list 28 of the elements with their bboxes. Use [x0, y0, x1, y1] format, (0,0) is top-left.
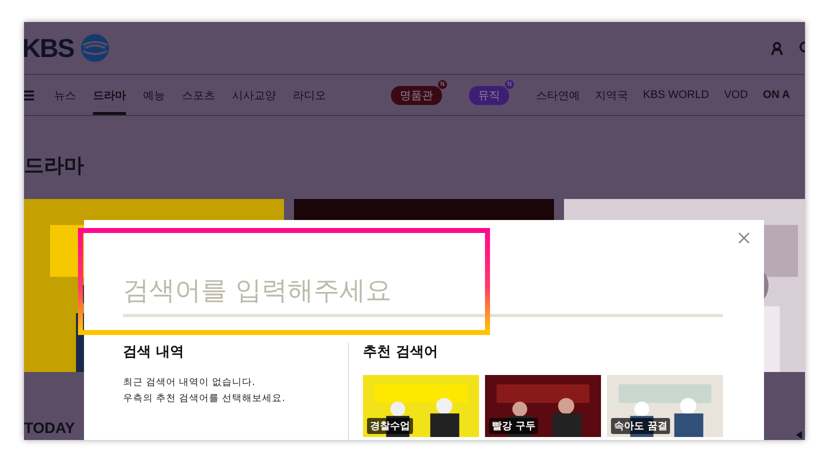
thumbnail-caption[interactable]: 빨강 구두: [489, 418, 538, 434]
nav-tab[interactable]: 스포츠: [182, 75, 215, 115]
nav-tab[interactable]: 라디오: [293, 75, 326, 115]
nav-link[interactable]: 뮤직: [469, 86, 510, 104]
nav-tab[interactable]: 예능: [143, 75, 165, 115]
nav-link[interactable]: 지역국: [595, 88, 628, 102]
nav-tab[interactable]: 드라마: [93, 75, 126, 115]
logo-icon: [80, 33, 110, 63]
nav-link[interactable]: VOD: [724, 89, 748, 101]
arrow-icon[interactable]: [796, 431, 802, 439]
thumbnail-caption[interactable]: 속아도 꿈결: [611, 418, 670, 434]
nav-link[interactable]: 스타연예: [536, 88, 580, 102]
menu-icon[interactable]: [24, 90, 34, 100]
user-icon[interactable]: [771, 42, 783, 54]
thumbnail-caption[interactable]: 경찰수업: [367, 418, 413, 434]
nav-tab[interactable]: 시사교양: [232, 75, 276, 115]
nav-link[interactable]: ON A: [762, 89, 790, 101]
nav-tab[interactable]: 뉴스: [54, 75, 76, 115]
empty-message: 우측의 추천 검색어를 선택해보세요.: [123, 392, 286, 406]
nav-link[interactable]: KBS WORLD: [643, 89, 710, 101]
recommended-title: 추천 검색어: [363, 343, 439, 361]
today-heading: TODAY: [24, 420, 75, 437]
logo[interactable]: KBS: [24, 32, 74, 64]
history-title: 검색 내역: [123, 343, 185, 361]
section-title: 드라마: [24, 152, 85, 179]
nav-link[interactable]: 명품관: [391, 86, 442, 104]
empty-message: 최근 검색어 내역이 없습니다.: [123, 376, 256, 390]
close-button[interactable]: [736, 230, 752, 246]
